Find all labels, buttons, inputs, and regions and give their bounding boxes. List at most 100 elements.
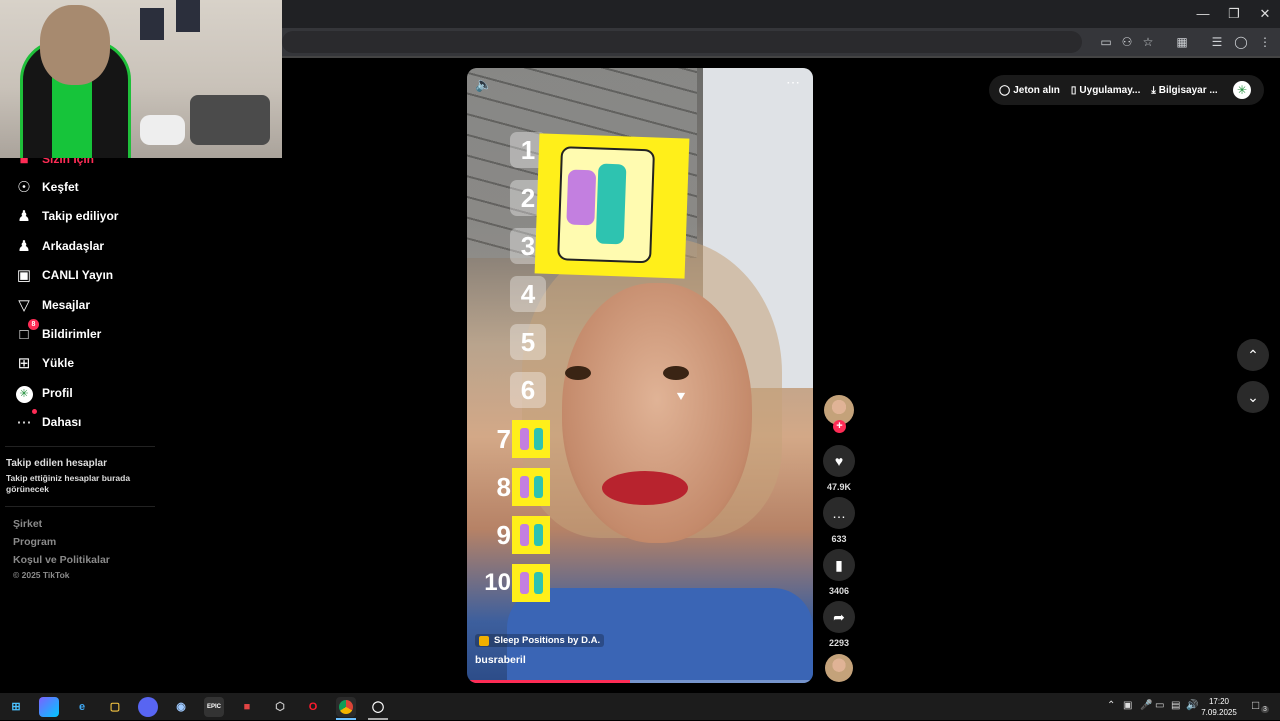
chevron-down-icon: ⌄ (1247, 389, 1259, 405)
eye-right (663, 366, 689, 380)
app-red-icon[interactable]: ■ (237, 697, 257, 717)
like-button[interactable]: ♥ 47.9K (822, 445, 856, 492)
rank-number: 10 (484, 569, 511, 596)
wall-poster (140, 8, 164, 40)
notification-center-icon[interactable]: □ 3 (1252, 698, 1269, 713)
bookmark-star-icon[interactable]: ☆ (1140, 34, 1156, 50)
bookmark-icon: ▮ (823, 549, 855, 581)
system-clock[interactable]: 17:20 7.09.2025 (1196, 696, 1242, 718)
minimize-button[interactable]: — (1188, 4, 1218, 24)
clock-date: 7.09.2025 (1201, 708, 1237, 717)
upload-icon: ⊞ (17, 355, 31, 372)
footer-company-link[interactable]: Şirket (13, 518, 42, 530)
sidebar-item-live[interactable]: ▣ CANLI Yayın (13, 264, 113, 286)
app-recorder-icon[interactable]: ◯ (368, 697, 388, 717)
progress-fill (467, 680, 630, 683)
tray-app-icon[interactable]: ▣ (1123, 700, 1132, 711)
windows-start-icon[interactable]: ⊞ (6, 697, 26, 717)
address-bar[interactable] (282, 31, 1082, 53)
share-count: 2293 (828, 638, 850, 648)
sleep-position-card (534, 133, 690, 279)
get-app-button[interactable]: ▯ Uygulamay... (1071, 85, 1140, 96)
compass-icon: ☉ (17, 179, 31, 196)
next-video-button[interactable]: ⌄ (1237, 381, 1269, 413)
rank-thumbnail (512, 468, 550, 506)
tray-overflow-icon[interactable]: ⌃ (1107, 700, 1115, 711)
epic-games-icon[interactable]: EPIC (204, 697, 224, 717)
clock-time: 17:20 (1208, 697, 1230, 706)
desktop-app-label: Bilgisayar ... (1158, 84, 1218, 96)
inbox-icon: □ 8 (13, 318, 39, 343)
sidebar-item-upload[interactable]: ⊞ Yükle (13, 352, 74, 374)
restore-button[interactable]: ❐ (1219, 4, 1249, 24)
rank-number: 9 (496, 519, 511, 550)
chevron-up-icon: ⌃ (1247, 347, 1259, 363)
sidebar-divider (5, 446, 155, 447)
wall-poster (176, 0, 200, 32)
heart-icon: ♥ (823, 445, 855, 477)
media-control-icon[interactable]: ☰ (1209, 34, 1225, 50)
translate-icon[interactable]: ⚇ (1119, 34, 1135, 50)
sidebar-item-label: Arkadaşlar (42, 239, 105, 253)
opera-icon[interactable]: O (303, 697, 323, 717)
eye-left (565, 366, 591, 380)
streamer-head (40, 5, 110, 85)
previous-video-button[interactable]: ⌃ (1237, 339, 1269, 371)
copilot-icon[interactable] (39, 697, 59, 717)
footer-program-link[interactable]: Program (13, 536, 56, 548)
sidebar-item-label: Mesajlar (42, 298, 91, 312)
profile-icon[interactable]: ◯ (1233, 34, 1249, 50)
sidebar-item-friends[interactable]: ♟ Arkadaşlar (13, 235, 104, 257)
sidebar-item-messages[interactable]: ▽ Mesajlar (13, 294, 90, 316)
sidebar-item-following[interactable]: ♟ Takip ediliyor (13, 205, 118, 227)
user-follow-icon: ♟ (17, 208, 31, 225)
sidebar-item-label: Profil (42, 386, 73, 400)
footer-copyright: © 2025 TikTok (13, 570, 70, 580)
video-username[interactable]: busraberil (475, 654, 526, 666)
save-button[interactable]: ▮ 3406 (822, 549, 856, 596)
creator-avatar-button[interactable]: + (822, 395, 856, 433)
file-explorer-icon[interactable]: ▢ (105, 697, 125, 717)
edge-icon[interactable]: e (72, 697, 92, 717)
desktop-app-button[interactable]: ⤓ Bilgisayar ... (1151, 85, 1217, 96)
menu-dots-icon[interactable]: ⋮ (1257, 34, 1273, 50)
more-options-icon[interactable]: ⋯ (786, 74, 801, 91)
effect-label[interactable]: Sleep Positions by D.A. (475, 634, 605, 647)
microphone-icon[interactable]: 🎤 (1140, 700, 1152, 711)
sidebar-item-label: Bildirimler (42, 327, 102, 341)
get-coins-button[interactable]: ◯ Jeton alın (999, 85, 1060, 96)
tray-capture-icon[interactable]: ▭ (1155, 700, 1164, 711)
rank-row: 9 (485, 515, 550, 555)
discord-icon[interactable] (138, 697, 158, 717)
rank-number: 8 (496, 471, 511, 502)
video-progress-bar[interactable] (467, 680, 813, 683)
user-avatar-icon[interactable]: ✳ (1233, 81, 1251, 99)
extensions-icon[interactable]: ▦ (1174, 34, 1190, 50)
volume-icon[interactable]: 🔈 (475, 76, 492, 93)
chrome-icon[interactable] (336, 697, 356, 717)
figure-purple (566, 169, 597, 226)
sound-avatar-button[interactable] (822, 654, 856, 682)
network-icon[interactable]: ▤ (1171, 700, 1180, 711)
sidebar-item-label: Yükle (42, 356, 75, 370)
phone-icon: ▯ (1070, 84, 1077, 96)
steam-icon[interactable]: ◉ (171, 697, 191, 717)
app-hex-icon[interactable]: ⬡ (270, 697, 290, 717)
sidebar-item-explore[interactable]: ☉ Keşfet (13, 176, 78, 198)
close-window-button[interactable]: ✕ (1250, 4, 1280, 24)
footer-terms-link[interactable]: Koşul ve Politikalar (13, 554, 110, 566)
video-player[interactable]: 🔈 ⋯ 1 2 3 4 5 6 7 8 9 10 Sleep Positions… (467, 68, 813, 683)
sidebar: ■ Sizin İçin ☉ Keşfet ♟ Takip ediliyor ♟… (0, 150, 160, 600)
sidebar-item-more[interactable]: ⋯ Dahası (13, 409, 81, 433)
share-button[interactable]: ➦ 2293 (822, 601, 856, 648)
sofa (190, 95, 270, 145)
live-icon: ▣ (16, 267, 32, 284)
profile-avatar-icon: ✳ (13, 384, 35, 403)
mouse-cursor-icon: ⯆ (675, 389, 688, 406)
follow-plus-icon[interactable]: + (833, 420, 846, 433)
sidebar-item-profile[interactable]: ✳ Profil (13, 382, 73, 404)
sidebar-item-notifications[interactable]: □ 8 Bildirimler (13, 318, 102, 345)
more-dot-indicator (32, 409, 37, 414)
comment-button[interactable]: … 633 (822, 497, 856, 544)
install-app-icon[interactable]: ▭ (1098, 34, 1114, 50)
